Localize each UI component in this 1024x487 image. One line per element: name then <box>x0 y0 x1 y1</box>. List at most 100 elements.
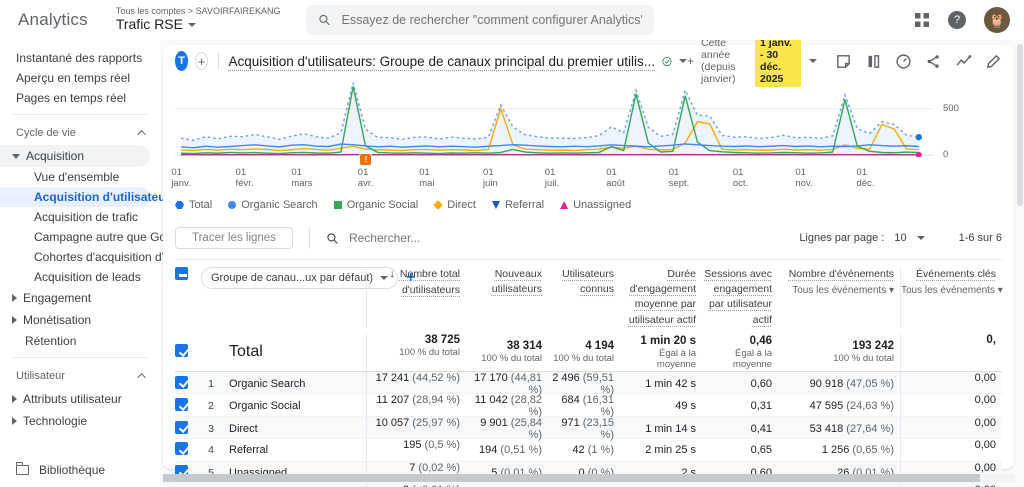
sidebar-item-bibliotheque[interactable]: Bibliothèque <box>16 463 105 477</box>
legend-item-total[interactable]: Total <box>175 199 212 211</box>
column-header[interactable]: ↓ Nombre totald'utilisateurs <box>366 267 466 328</box>
cell-value: 1 min 42 s <box>620 378 702 390</box>
scrollbar-thumb[interactable] <box>163 474 980 482</box>
x-tick: 01avr. <box>358 167 373 190</box>
sidebar-item-pages-temps-reel[interactable]: Pages en temps réel <box>0 88 160 108</box>
sidebar-item-cohortes[interactable]: Cohortes d'acquisition d'ut... <box>0 247 160 267</box>
main-content: T + Acquisition d'utilisateurs: Groupe d… <box>160 40 1024 487</box>
chevron-up-icon <box>137 373 145 381</box>
sidebar-group-monetisation[interactable]: Monétisation <box>0 309 160 331</box>
date-preset-label: Cette année (depuis janvier) <box>701 37 747 85</box>
add-comparison-button[interactable]: + <box>195 52 208 70</box>
table-row: 1Organic Search17 241 (44,52 %)17 170 (4… <box>175 372 1002 395</box>
column-header[interactable]: Nouveauxutilisateurs <box>466 267 548 297</box>
rows-per-page-label: Lignes par page : <box>799 232 884 244</box>
sidebar-item-acquisition-leads[interactable]: Acquisition de leads <box>0 267 160 287</box>
report-type-badge[interactable]: T <box>175 51 188 71</box>
share-icon[interactable] <box>925 53 942 70</box>
cell-value: 1 256 (0,65 %) <box>778 444 900 456</box>
select-all-checkbox[interactable] <box>175 267 188 280</box>
sidebar-section-utilisateur[interactable]: Utilisateur <box>0 364 160 388</box>
property-selector[interactable]: Tous les comptes > SAVOIRFAIREKANG Trafi… <box>116 7 281 32</box>
legend-item-direct[interactable]: Direct <box>434 199 476 211</box>
chart-legend: Total Organic Search Organic Social Direct R… <box>175 195 1002 215</box>
legend-item-unassigned[interactable]: Unassigned <box>560 199 631 211</box>
row-checkbox[interactable] <box>175 376 188 389</box>
sort-desc-icon: ↓ <box>389 268 398 280</box>
avatar[interactable]: 🦉 <box>984 7 1010 33</box>
vertical-scrollbar[interactable] <box>1017 44 1023 206</box>
sidebar-group-engagement[interactable]: Engagement <box>0 287 160 309</box>
timeseries-chart[interactable]: 500 0 ! <box>175 79 1002 159</box>
library-icon <box>16 465 29 475</box>
column-header[interactable]: Événements clésTous les événements ▾ <box>900 267 1002 328</box>
insights-speed-icon[interactable] <box>895 53 912 70</box>
legend-item-organic-social[interactable]: Organic Social <box>334 199 419 211</box>
total-value: 0,46Égal à la moyenne <box>702 335 778 370</box>
row-checkbox[interactable] <box>175 344 188 357</box>
search-icon <box>326 232 339 245</box>
rows-per-page-value[interactable]: 10 <box>894 232 906 244</box>
sidebar-item-retention[interactable]: Rétention <box>0 331 160 351</box>
sidebar-item-acquisition-trafic[interactable]: Acquisition de trafic <box>0 207 160 227</box>
chevron-down-icon <box>188 23 196 27</box>
chevron-down-icon[interactable] <box>917 236 925 240</box>
note-icon[interactable] <box>835 53 852 70</box>
x-tick: 01oct. <box>733 167 748 190</box>
row-checkbox[interactable] <box>175 442 188 455</box>
sidebar-section-cycle-de-vie[interactable]: Cycle de vie <box>0 121 160 145</box>
cell-value: 0,00 <box>900 439 1002 461</box>
compare-icon[interactable] <box>865 53 882 70</box>
x-tick: 01déc. <box>857 167 875 190</box>
sidebar-item-acquisition-utilisateurs[interactable]: Acquisition d'utilisateurs <box>0 187 150 207</box>
sidebar: Instantané des rapports Aperçu en temps … <box>0 40 160 487</box>
cell-value: 0,65 <box>702 444 778 456</box>
cell-value: 971 (23,15 %) <box>548 417 620 441</box>
sidebar-item-instantane[interactable]: Instantané des rapports <box>0 48 160 68</box>
x-tick: 01juin <box>483 167 498 190</box>
table-row: 3Direct10 057 (25,97 %)9 901 (25,84 %)97… <box>175 417 1002 440</box>
column-header[interactable]: Sessions avecengagementpar utilisateurac… <box>702 267 778 328</box>
row-checkbox[interactable] <box>175 421 188 434</box>
row-checkbox[interactable] <box>175 398 188 411</box>
x-tick: 01juil. <box>545 167 559 190</box>
sidebar-group-technologie[interactable]: Technologie <box>0 410 160 432</box>
table-search[interactable] <box>326 231 549 245</box>
chevron-down-icon[interactable] <box>809 59 817 63</box>
global-search-input[interactable] <box>341 13 642 27</box>
cell-value: 684 (16,31 %) <box>548 394 620 418</box>
x-tick: 01janv. <box>171 167 190 190</box>
explore-icon[interactable] <box>955 53 972 70</box>
help-icon[interactable]: ? <box>948 11 966 29</box>
sidebar-group-attributs-utilisateur[interactable]: Attributs utilisateur <box>0 388 160 410</box>
cell-value: 0,00 <box>900 372 1002 396</box>
total-value: 4 194100 % du total <box>548 340 620 364</box>
column-header[interactable]: Utilisateursconnus <box>548 267 620 297</box>
table-header-row: Groupe de canau...ux par défaut)+↓ Nombr… <box>175 259 1002 334</box>
customize-report-button[interactable]: + <box>679 54 694 68</box>
apps-grid-icon[interactable] <box>914 12 930 28</box>
column-header[interactable]: Nombre d'événementsTous les événements ▾ <box>778 267 900 299</box>
global-search[interactable] <box>306 5 654 35</box>
x-tick: 01févr. <box>236 167 254 190</box>
cell-value: 17 170 (44,81 %) <box>466 372 548 396</box>
divider <box>309 227 310 249</box>
sidebar-item-vue-densemble[interactable]: Vue d'ensemble <box>0 167 160 187</box>
metric-filter: Tous les événements ▾ <box>778 284 894 299</box>
sidebar-item-apercu-temps-reel[interactable]: Aperçu en temps réel <box>0 68 160 88</box>
edit-icon[interactable] <box>985 53 1002 70</box>
horizontal-scrollbar[interactable] <box>163 474 1014 482</box>
divider <box>218 52 219 70</box>
column-header[interactable]: Duréed'engagementmoyenne parutilisateur … <box>620 267 702 328</box>
table-search-input[interactable] <box>349 231 549 245</box>
sidebar-group-acquisition[interactable]: Acquisition <box>0 145 150 167</box>
sidebar-item-campagne[interactable]: Campagne autre que Goo... <box>0 227 160 247</box>
legend-item-referral[interactable]: Referral <box>492 199 544 211</box>
report-title[interactable]: Acquisition d'utilisateurs: Groupe de ca… <box>229 54 656 69</box>
anomaly-marker-icon[interactable]: ! <box>359 153 372 166</box>
legend-item-organic-search[interactable]: Organic Search <box>228 199 317 211</box>
select-all-cell <box>175 267 201 283</box>
table-row: 4Referral195 (0,5 %)194 (0,51 %)42 (1 %)… <box>175 439 1002 462</box>
chart-canvas <box>175 79 933 157</box>
plot-rows-button[interactable]: Tracer les lignes <box>175 227 293 249</box>
